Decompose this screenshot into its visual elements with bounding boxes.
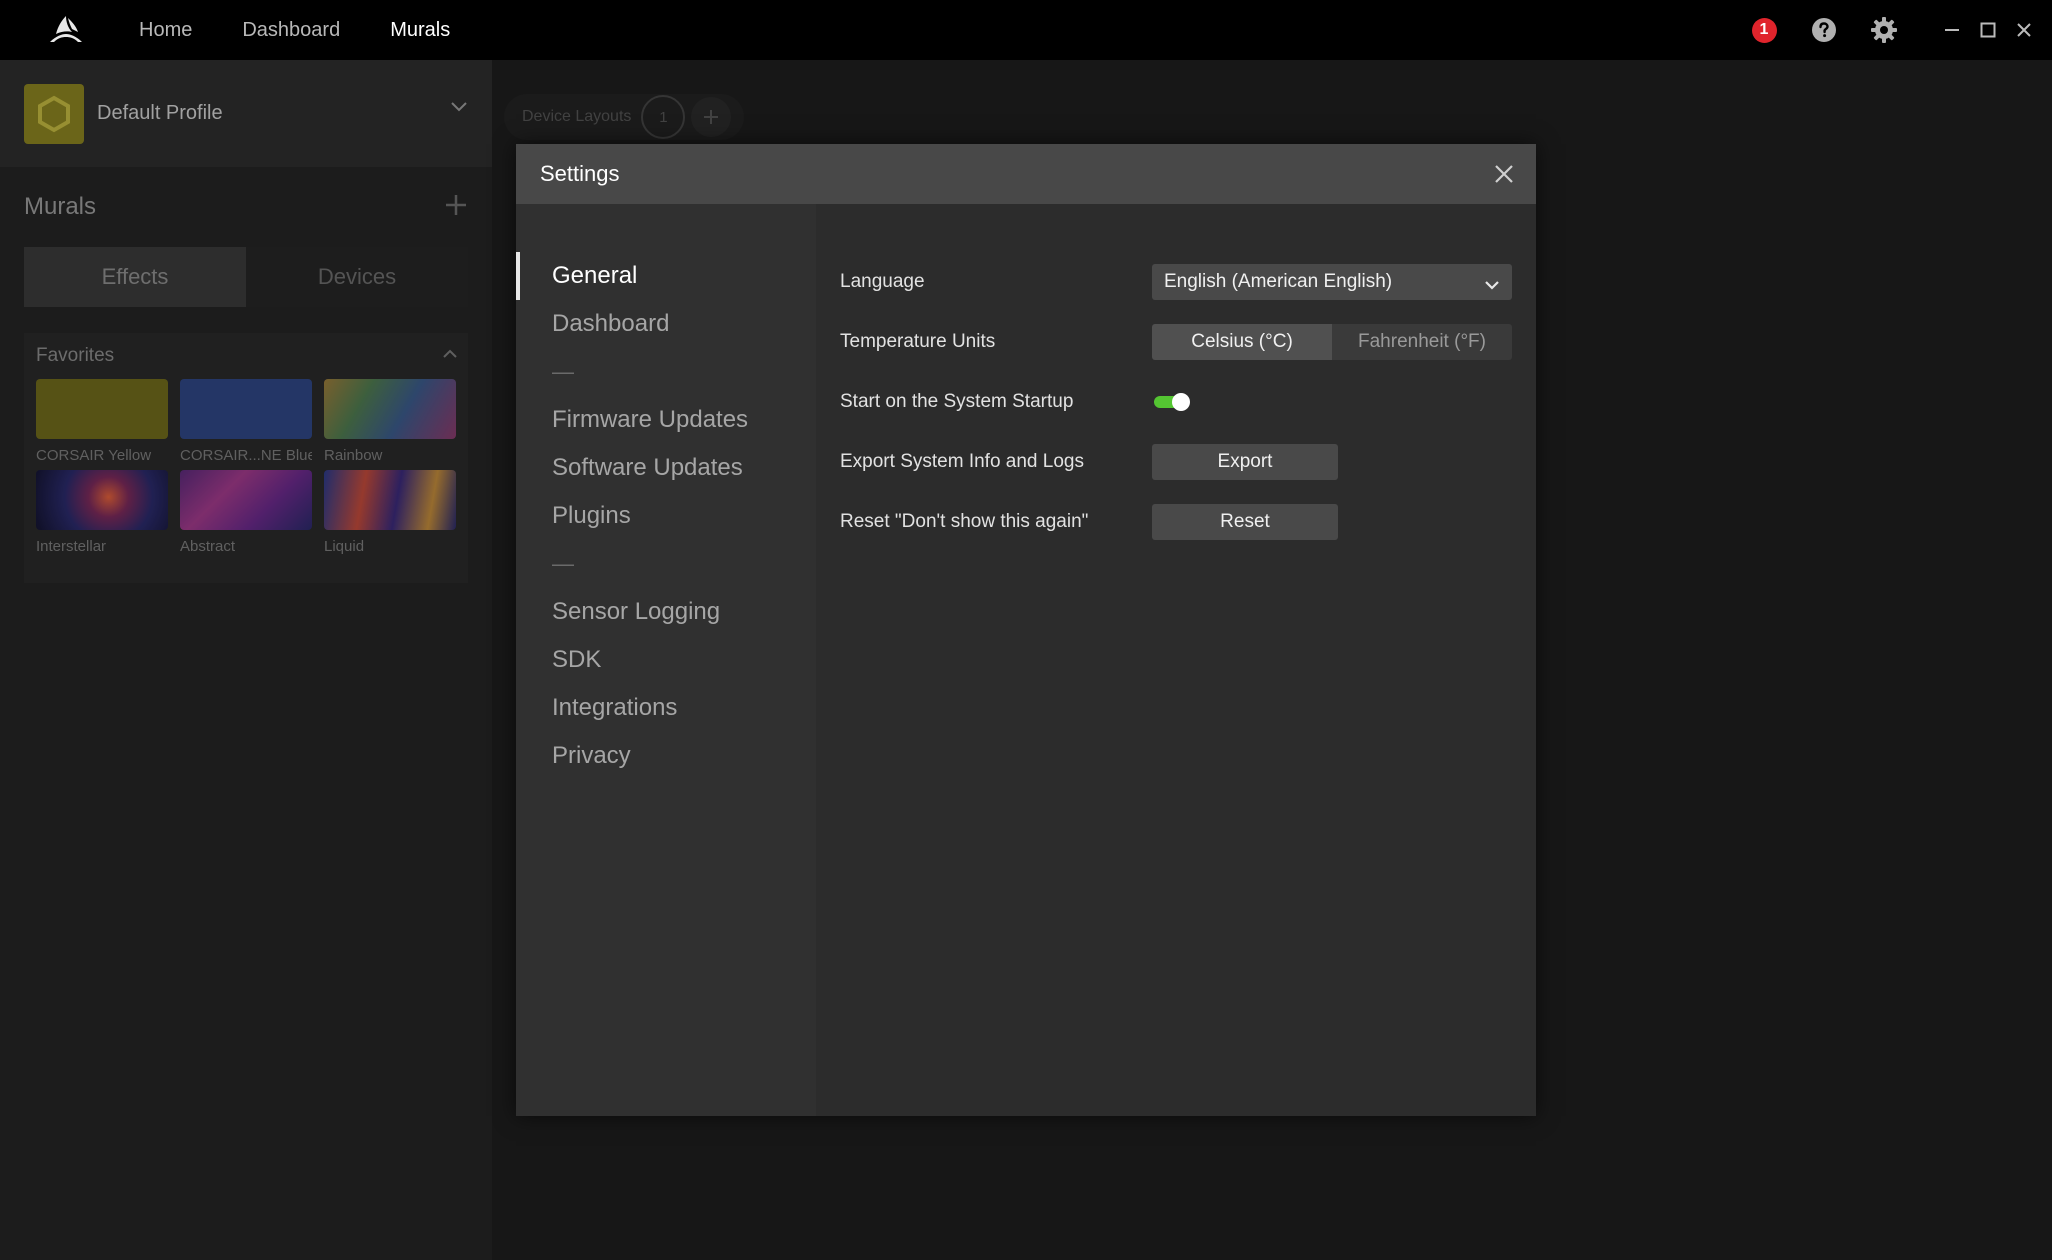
chevron-down-icon [1484,275,1500,297]
export-row: Export System Info and Logs Export [840,432,1536,492]
language-label: Language [840,271,925,292]
settings-nav-software-updates[interactable]: Software Updates [516,444,816,492]
export-label: Export System Info and Logs [840,451,1084,472]
reset-button[interactable]: Reset [1152,504,1338,540]
temperature-units-row: Temperature Units Celsius (°C) Fahrenhei… [840,312,1536,372]
corsair-logo-icon[interactable] [48,12,84,48]
settings-nav-dashboard[interactable]: Dashboard [516,300,816,348]
notification-badge: 1 [1751,17,1777,43]
help-icon[interactable] [1794,0,1854,60]
notifications-button[interactable]: 1 [1734,0,1794,60]
temperature-units-toggle: Celsius (°C) Fahrenheit (°F) [1152,324,1512,360]
minimize-icon[interactable] [1934,0,1970,60]
top-bar: Home Dashboard Murals 1 [0,0,2052,60]
gear-icon[interactable] [1854,0,1914,60]
fahrenheit-option[interactable]: Fahrenheit (°F) [1332,324,1512,360]
nav-separator: — [552,551,574,576]
nav-dashboard[interactable]: Dashboard [242,19,340,42]
settings-nav-privacy[interactable]: Privacy [516,732,816,780]
settings-nav-sdk[interactable]: SDK [516,636,816,684]
temperature-units-label: Temperature Units [840,331,996,352]
reset-row: Reset "Don't show this again" Reset [840,492,1536,552]
startup-row: Start on the System Startup [840,372,1536,432]
reset-label: Reset "Don't show this again" [840,511,1089,532]
nav-home[interactable]: Home [139,19,192,42]
nav-murals[interactable]: Murals [390,19,450,42]
settings-content: Language English (American English) Temp… [816,204,1536,1116]
settings-nav: General Dashboard — Firmware Updates Sof… [516,204,816,1116]
close-icon[interactable] [1492,162,1516,186]
export-button[interactable]: Export [1152,444,1338,480]
language-value: English (American English) [1164,271,1393,292]
close-icon[interactable] [2006,0,2042,60]
settings-nav-plugins[interactable]: Plugins [516,492,816,540]
settings-nav-general[interactable]: General [516,252,816,300]
startup-toggle[interactable] [1152,392,1192,412]
settings-header: Settings [516,144,1536,204]
language-select[interactable]: English (American English) [1152,264,1512,300]
celsius-option[interactable]: Celsius (°C) [1152,324,1332,360]
maximize-icon[interactable] [1970,0,2006,60]
toggle-knob [1172,393,1190,411]
startup-label: Start on the System Startup [840,391,1074,412]
settings-dialog: Settings General Dashboard — Firmware Up… [516,144,1536,1116]
settings-nav-firmware-updates[interactable]: Firmware Updates [516,396,816,444]
settings-nav-integrations[interactable]: Integrations [516,684,816,732]
nav-separator: — [552,359,574,384]
language-row: Language English (American English) [840,252,1536,312]
settings-nav-sensor-logging[interactable]: Sensor Logging [516,588,816,636]
settings-title: Settings [540,161,620,186]
